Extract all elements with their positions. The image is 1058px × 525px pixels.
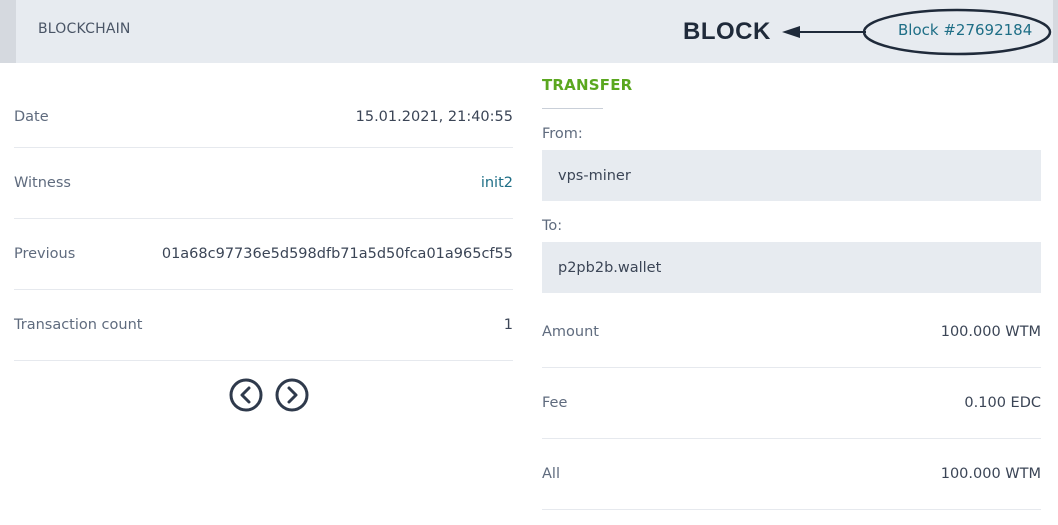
transfer-title: TRANSFER [542,76,633,94]
transfer-title-underline [542,108,603,109]
block-number-link[interactable]: Block #27692184 [898,21,1032,39]
fee-label: Fee [542,395,568,411]
header-right-strip [1053,0,1058,63]
transaction-count-label: Transaction count [14,317,143,333]
total-value: 100.000 WTM [940,466,1041,482]
chevron-left-circle-icon [229,378,263,412]
witness-label: Witness [14,175,71,191]
from-label: From: [542,126,583,142]
fee-value: 0.100 EDC [964,395,1041,411]
date-label: Date [14,108,49,125]
amount-row: Amount 100.000 WTM [542,297,1041,368]
previous-hash-value: 01a68c97736e5d598dfb71a5d50fca01a965cf55 [161,246,513,262]
annotation-arrow-icon [782,26,866,38]
to-label: To: [542,218,563,234]
info-row-transaction-count: Transaction count 1 [14,290,513,361]
fee-row: Fee 0.100 EDC [542,368,1041,439]
info-row-witness: Witness init2 [14,148,513,219]
chevron-right-circle-icon [275,378,309,412]
brand-title[interactable]: BLOCKCHAIN [38,21,131,37]
header-left-strip [0,0,16,63]
witness-link[interactable]: init2 [481,175,513,191]
from-value: vps-miner [558,167,631,184]
date-value: 15.01.2021, 21:40:55 [355,108,513,125]
block-pager [229,378,309,412]
next-block-button[interactable] [275,378,309,412]
transfer-panel: TRANSFER From: vps-miner To: p2pb2b.wall… [542,76,1041,510]
info-row-date: Date 15.01.2021, 21:40:55 [14,86,513,148]
total-label: All [542,466,560,482]
to-field[interactable]: p2pb2b.wallet [542,242,1041,293]
amount-value: 100.000 WTM [940,324,1041,340]
block-info-panel: Date 15.01.2021, 21:40:55 Witness init2 … [14,86,513,361]
to-value: p2pb2b.wallet [558,259,662,276]
previous-block-button[interactable] [229,378,263,412]
block-annotation-label: BLOCK [683,18,771,45]
info-row-previous: Previous 01a68c97736e5d598dfb71a5d50fca0… [14,219,513,290]
top-header: BLOCKCHAIN BLOCK Block #27692184 [0,0,1058,63]
from-field[interactable]: vps-miner [542,150,1041,201]
transaction-count-value: 1 [503,317,513,333]
total-row: All 100.000 WTM [542,439,1041,510]
amount-label: Amount [542,324,599,340]
previous-label: Previous [14,246,76,262]
